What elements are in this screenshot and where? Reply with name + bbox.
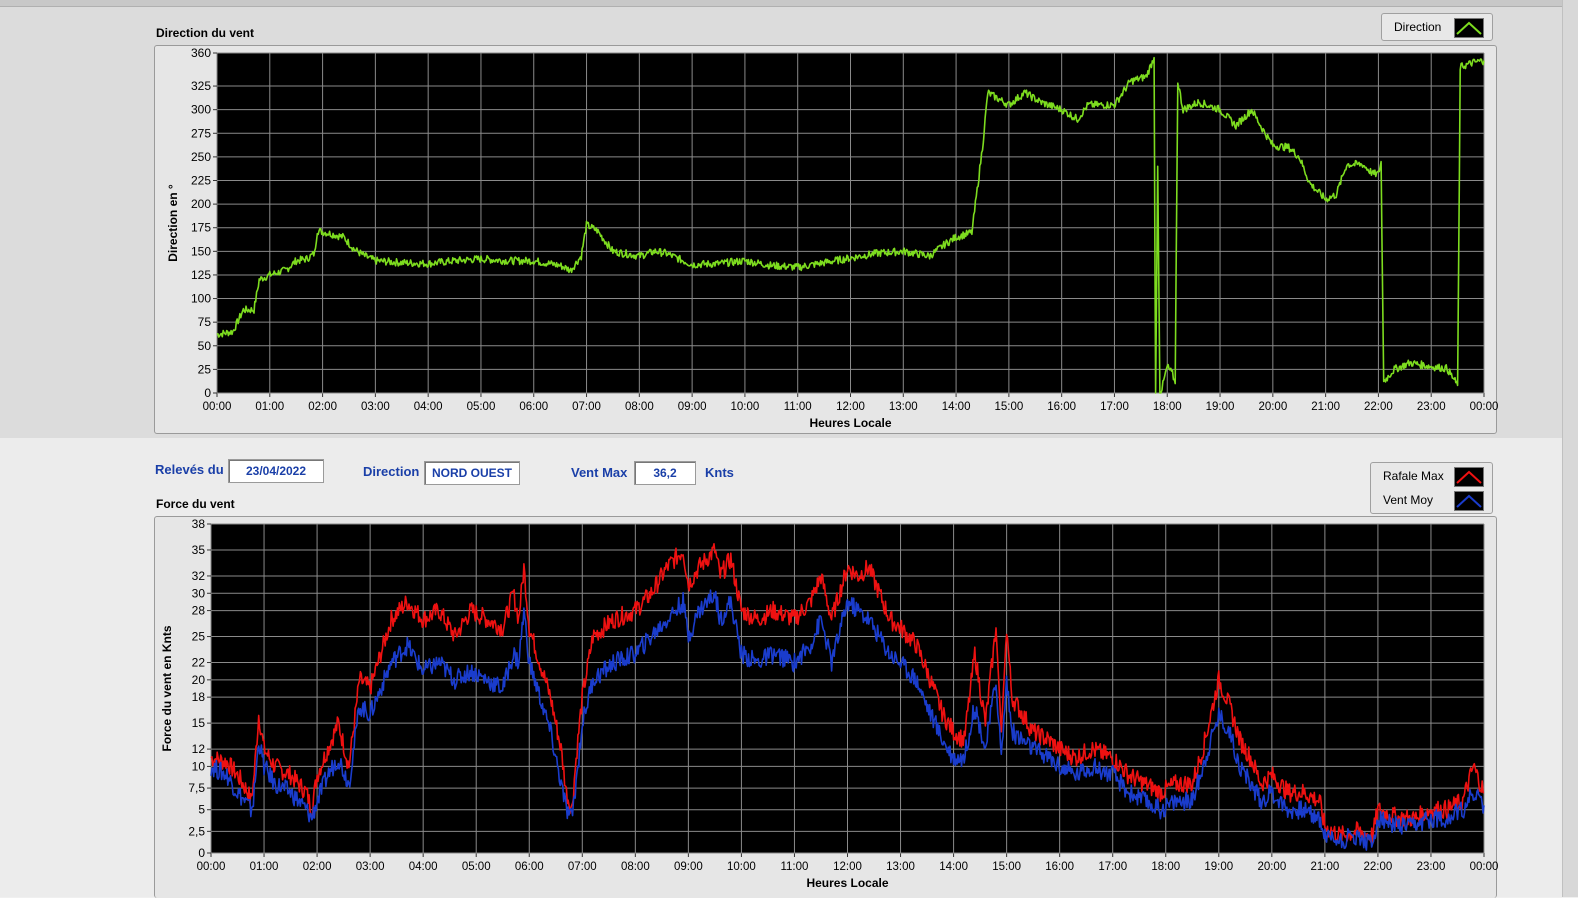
vmax-field[interactable]: 36,2 [634, 461, 696, 485]
direction-legend: Direction [1381, 13, 1493, 41]
legend-item-rafale[interactable]: Rafale Max [1379, 465, 1484, 487]
legend-label: Rafale Max [1383, 469, 1444, 483]
force-chart-panel [154, 516, 1497, 898]
legend-swatch-rafale [1454, 467, 1484, 487]
force-legend: Rafale Max Vent Moy [1370, 462, 1493, 514]
legend-item-ventmoy[interactable]: Vent Moy [1379, 489, 1484, 511]
legend-swatch-direction [1454, 18, 1484, 38]
vmax-label: Vent Max [571, 465, 628, 480]
direction-field[interactable]: NORD OUEST [424, 461, 520, 485]
direction-chart-panel [154, 45, 1497, 434]
vmax-unit: Knts [705, 465, 734, 480]
legend-swatch-ventmoy [1454, 491, 1484, 511]
legend-label: Direction [1394, 20, 1442, 34]
window-edge [1562, 0, 1578, 897]
force-chart-title: Force du vent [156, 497, 235, 511]
legend-item-direction[interactable]: Direction [1390, 16, 1484, 38]
date-label: Relevés du [155, 462, 224, 477]
date-field[interactable]: 23/04/2022 [228, 459, 324, 483]
legend-label: Vent Moy [1383, 493, 1434, 507]
direction-chart-title: Direction du vent [156, 26, 255, 40]
direction-label: Direction [363, 464, 420, 479]
